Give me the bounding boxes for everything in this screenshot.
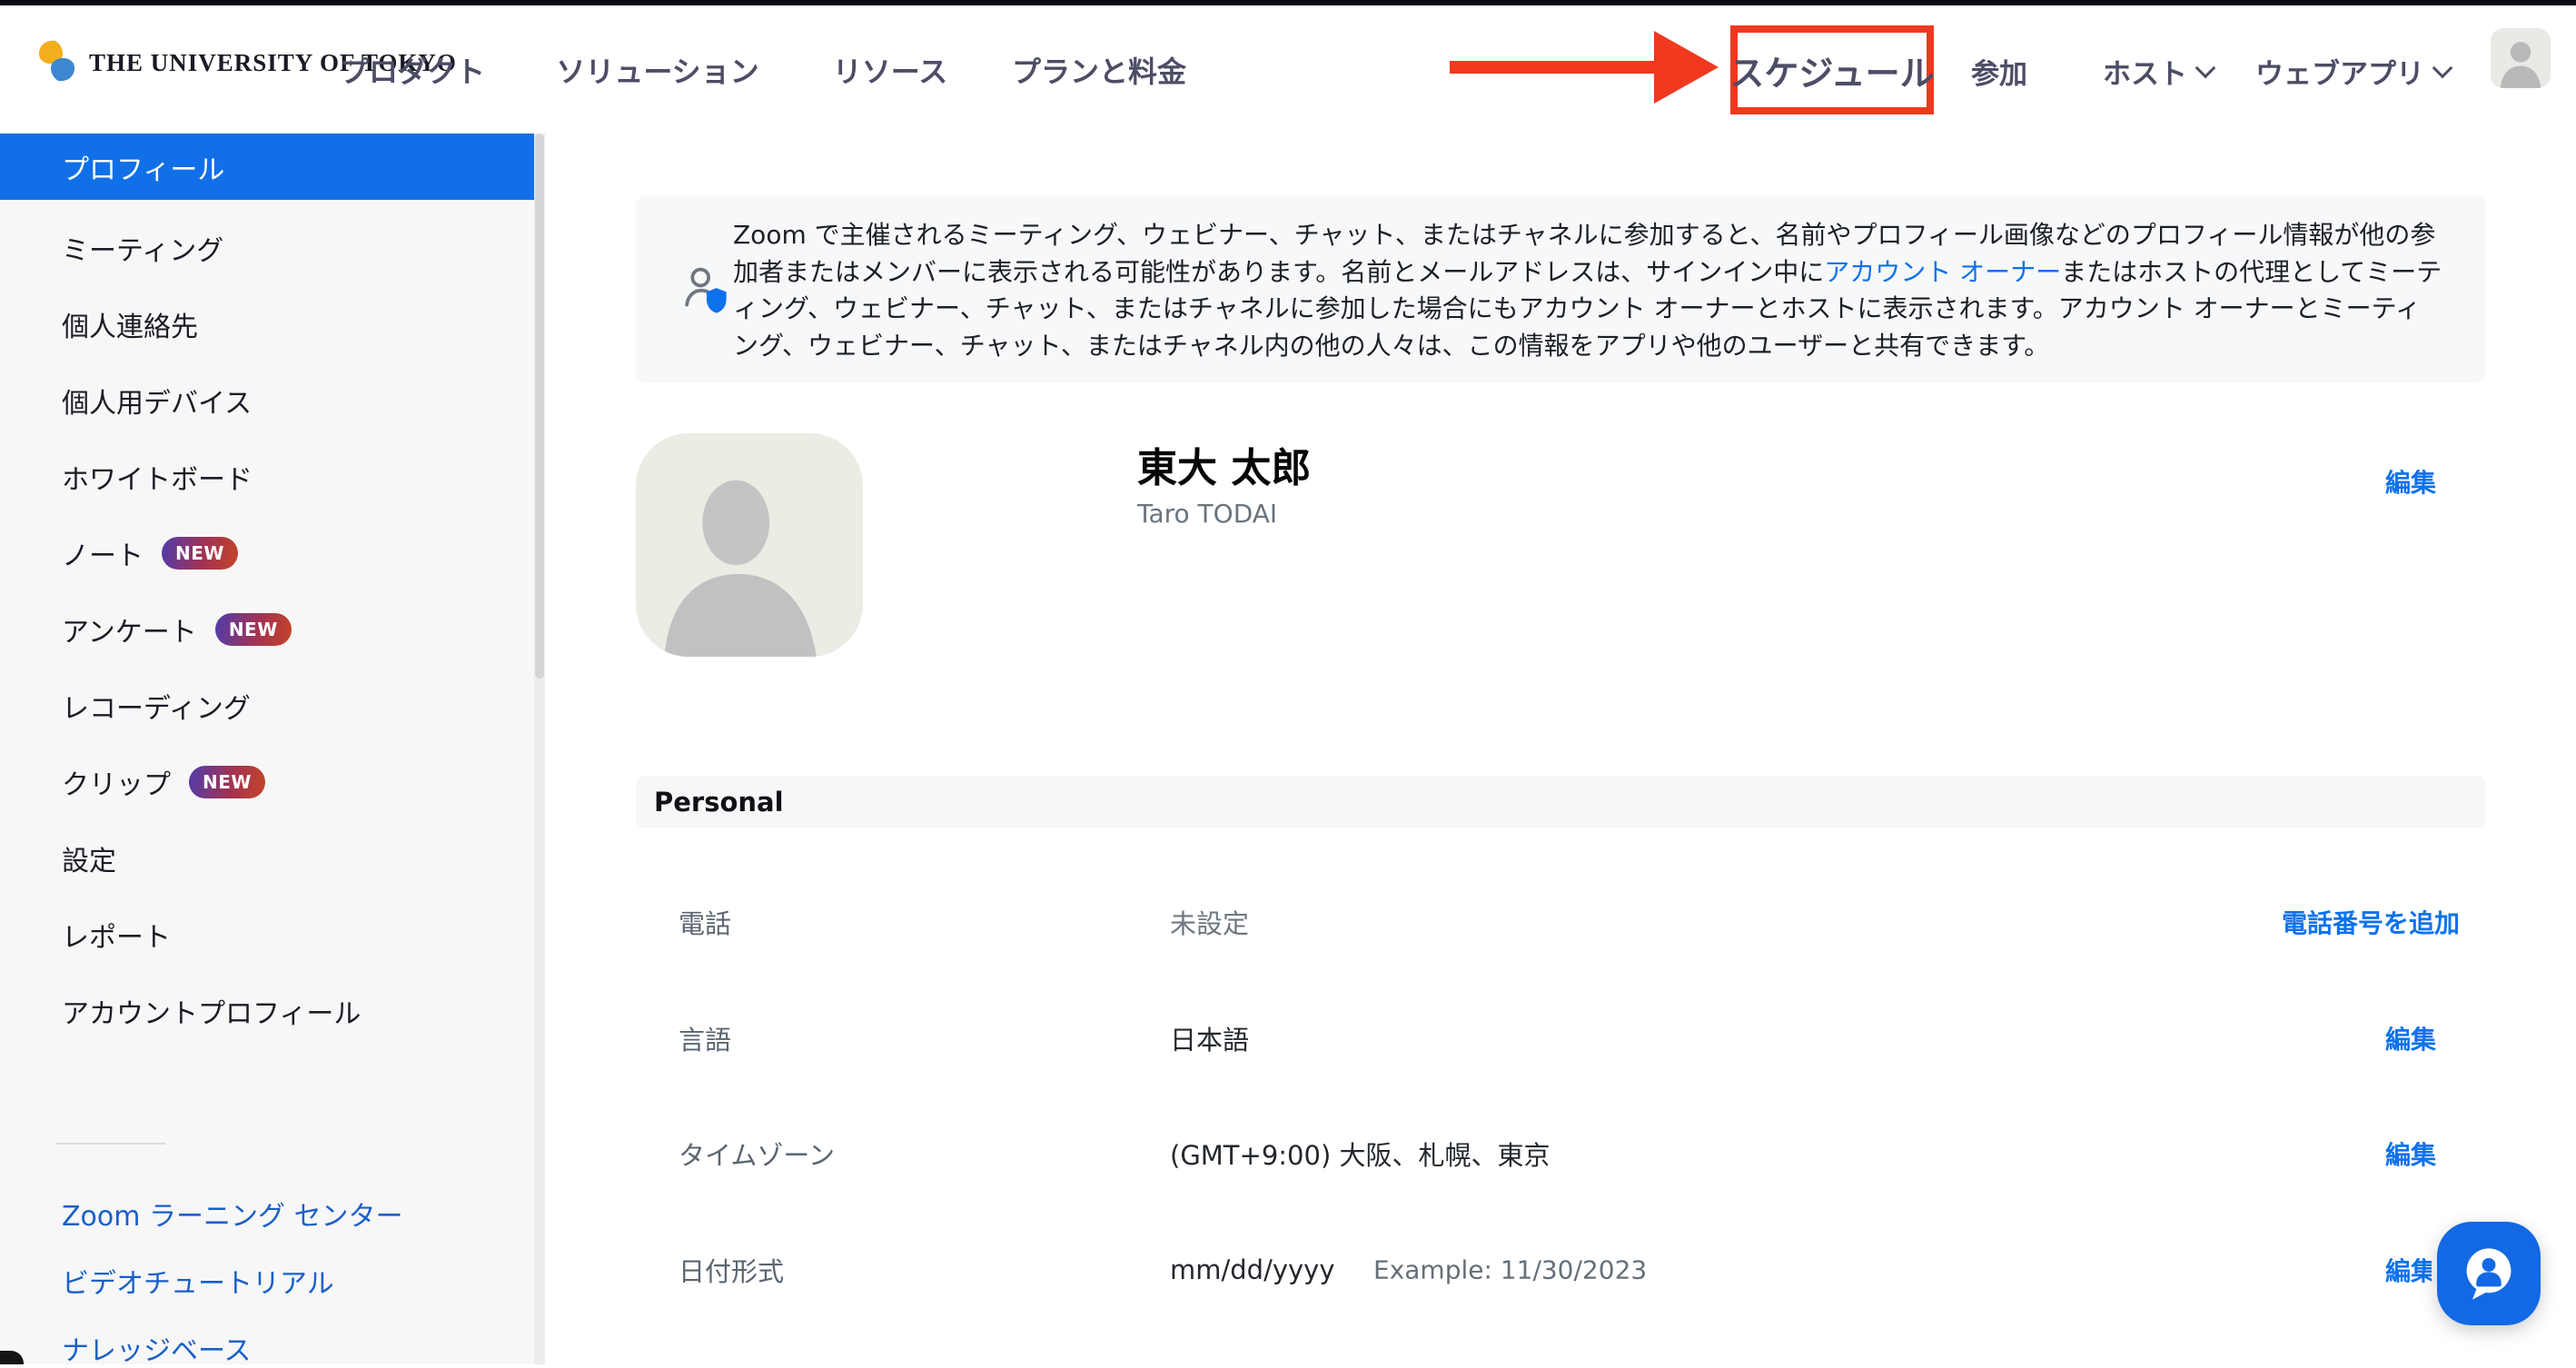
sidebar-item-label: アンケート (62, 610, 197, 649)
row-language: 言語 日本語 編集 (545, 1016, 2576, 1060)
nav-resources[interactable]: リソース (833, 49, 947, 91)
profile-display-name: 東大 太郎 (1137, 435, 1311, 493)
sidebar-item-clips[interactable]: クリップ NEW (0, 744, 534, 820)
sidebar-item-settings[interactable]: 設定 (0, 820, 534, 897)
sidebar-item-label: 設定 (62, 838, 116, 878)
row-phone: 電話 未設定 電話番号を追加 (545, 900, 2576, 944)
edit-profile-link[interactable]: 編集 (2385, 463, 2436, 500)
account-owner-link[interactable]: アカウント オーナー (1824, 257, 2061, 287)
sidebar-item-label: アカウントプロフィール (62, 991, 361, 1031)
sidebar-item-label: レコーディング (62, 686, 251, 726)
sidebar-item-label: クリップ (62, 762, 171, 802)
nav-products[interactable]: プロダクト (340, 49, 485, 91)
nav-webapp-menu[interactable]: ウェブアプリ (2255, 51, 2450, 92)
chat-person-icon (2458, 1243, 2520, 1304)
row-value: (GMT+9:00) 大阪、札幌、東京 (1170, 1135, 1550, 1173)
annotation-arrow (1446, 27, 1720, 109)
personal-section-header: Personal (636, 776, 2486, 828)
knowledge-base-link[interactable]: ナレッジベース (62, 1328, 252, 1368)
chevron-down-icon (2195, 57, 2216, 78)
sidebar-divider (56, 1143, 165, 1145)
sidebar-item-whiteboard[interactable]: ホワイトボード (0, 439, 534, 515)
row-timezone: タイムゾーン (GMT+9:00) 大阪、札幌、東京 編集 (545, 1132, 2576, 1175)
sidebar-item-recordings[interactable]: レコーディング (0, 668, 534, 744)
sidebar-item-label: ノート (62, 533, 144, 573)
sidebar-item-label: プロフィール (62, 147, 224, 187)
row-label: 言語 (679, 1019, 731, 1057)
sidebar-item-surveys[interactable]: アンケート NEW (0, 591, 534, 668)
row-value: mm/dd/yyyy (1170, 1254, 1335, 1285)
video-tutorials-link[interactable]: ビデオチュートリアル (62, 1261, 334, 1301)
sidebar-item-personal-devices[interactable]: 個人用デバイス (0, 362, 534, 439)
row-value: 日本語 (1170, 1019, 1249, 1057)
sidebar-item-label: ミーティング (62, 228, 223, 268)
sidebar-item-label: 個人用デバイス (62, 381, 252, 421)
sidebar-item-account-profile[interactable]: アカウントプロフィール (0, 973, 534, 1049)
nav-webapp-label: ウェブアプリ (2255, 51, 2424, 92)
profile-picture[interactable] (636, 433, 863, 657)
sidebar-item-meetings[interactable]: ミーティング (0, 210, 534, 286)
top-header: THE UNIVERSITY OF TOKYO プロダクト ソリューション リソ… (0, 5, 2576, 134)
nav-join[interactable]: 参加 (1971, 51, 2027, 92)
sidebar-scrollbar-thumb[interactable] (535, 134, 544, 679)
new-badge: NEW (162, 537, 238, 570)
sidebar: プロフィール ミーティング 個人連絡先 個人用デバイス ホワイトボード ノート … (0, 134, 534, 1364)
row-label: 電話 (679, 903, 731, 941)
learning-center-link[interactable]: Zoom ラーニング センター (62, 1194, 403, 1234)
row-value: 未設定 (1170, 903, 1249, 941)
sidebar-item-profile[interactable]: プロフィール (0, 134, 534, 200)
help-chat-button[interactable] (2437, 1222, 2541, 1325)
row-date-format: 日付形式 mm/dd/yyyy Example: 11/30/2023 編集 (545, 1248, 2576, 1292)
sidebar-item-reports[interactable]: レポート (0, 897, 534, 973)
row-label: 日付形式 (679, 1251, 784, 1289)
account-avatar[interactable] (2491, 28, 2551, 88)
sidebar-item-personal-contacts[interactable]: 個人連絡先 (0, 286, 534, 362)
nav-solutions[interactable]: ソリューション (556, 49, 758, 91)
edit-date-format-link[interactable]: 編集 (2385, 1252, 2436, 1288)
edit-language-link[interactable]: 編集 (2385, 1020, 2436, 1056)
person-icon (636, 433, 863, 657)
row-hint: Example: 11/30/2023 (1373, 1255, 1647, 1285)
sidebar-item-label: ホワイトボード (62, 457, 253, 497)
add-phone-number-link[interactable]: 電話番号を追加 (2282, 904, 2460, 940)
new-badge: NEW (189, 766, 265, 798)
nav-plans-pricing[interactable]: プランと料金 (1012, 49, 1186, 91)
profile-latin-name: Taro TODAI (1137, 499, 1277, 529)
row-label: タイムゾーン (679, 1135, 835, 1173)
personal-section-title: Personal (654, 787, 784, 818)
ginkgo-logo-icon (36, 38, 76, 87)
privacy-notice-text: Zoom で主催されるミーティング、ウェビナー、チャット、またはチャネルに参加す… (733, 217, 2444, 364)
new-badge: NEW (215, 613, 292, 646)
user-shield-icon (681, 263, 730, 322)
nav-schedule[interactable]: スケジュール (1729, 45, 1934, 95)
nav-host-label: ホスト (2103, 51, 2187, 92)
sidebar-item-label: レポート (62, 915, 171, 955)
sidebar-item-notes[interactable]: ノート NEW (0, 515, 534, 591)
nav-schedule-highlight-box[interactable]: スケジュール (1730, 25, 1934, 114)
person-icon (2491, 28, 2551, 88)
nav-host-menu[interactable]: ホスト (2103, 51, 2213, 92)
chevron-down-icon (2432, 57, 2453, 78)
sidebar-item-label: 個人連絡先 (62, 304, 198, 344)
edit-timezone-link[interactable]: 編集 (2385, 1135, 2436, 1172)
